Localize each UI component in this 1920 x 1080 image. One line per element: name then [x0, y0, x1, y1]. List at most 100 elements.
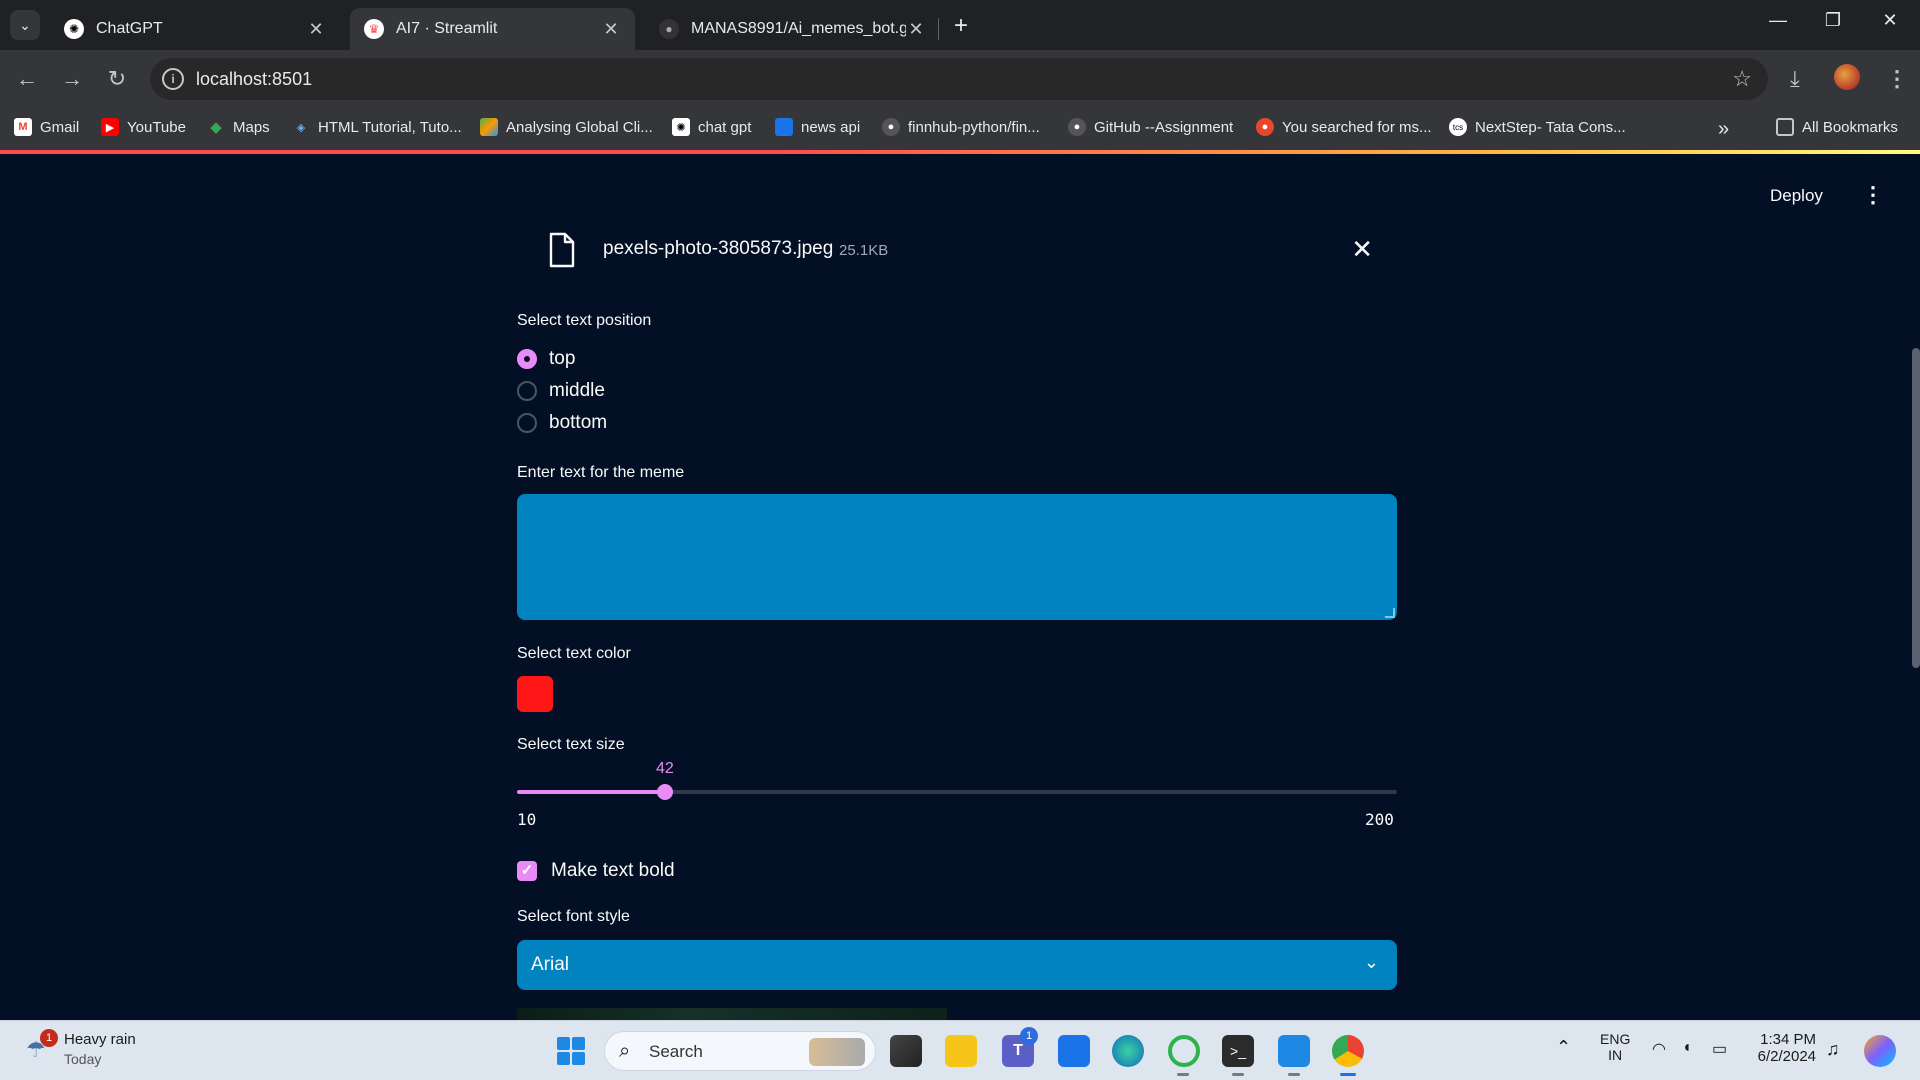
tab-search-menu-button[interactable]: ⌄	[10, 10, 40, 40]
forward-icon[interactable]: →	[57, 64, 87, 94]
resize-handle[interactable]	[1385, 608, 1395, 618]
clock[interactable]: 1:34 PM 6/2/2024	[1752, 1031, 1816, 1065]
bookmark-finnhub[interactable]: ● finnhub-python/fin...	[882, 118, 1040, 136]
font-select[interactable]: Arial ⌄	[517, 940, 1397, 990]
bookmark-github-assignment[interactable]: ● GitHub --Assignment	[1068, 118, 1233, 136]
radio-button-selected[interactable]	[517, 349, 537, 369]
size-slider-fill	[517, 790, 665, 794]
file-explorer-icon[interactable]	[945, 1035, 977, 1067]
checkmark-icon[interactable]: ✓	[517, 861, 537, 881]
terminal-icon[interactable]: >_	[1222, 1035, 1254, 1067]
tab-chatgpt[interactable]: ✺ ChatGPT ✕	[50, 8, 340, 50]
site-info-icon[interactable]: i	[162, 68, 184, 90]
address-bar[interactable]: i localhost:8501 ☆	[150, 58, 1768, 100]
active-indicator	[1340, 1073, 1356, 1076]
color-picker-swatch[interactable]	[517, 676, 553, 712]
browser-menu-icon[interactable]: ⋮	[1886, 66, 1908, 92]
colorful-icon	[480, 118, 498, 136]
bold-checkbox[interactable]: ✓ Make text bold	[517, 860, 675, 882]
bookmark-chat-gpt[interactable]: ✺ chat gpt	[672, 118, 751, 136]
browser-toolbar: ← → ↻ i localhost:8501 ☆ ⤓ ⋮	[0, 50, 1920, 108]
new-tab-button[interactable]: +	[948, 12, 974, 40]
github-icon: ●	[659, 19, 679, 39]
vscode-icon[interactable]	[1278, 1035, 1310, 1067]
battery-icon[interactable]: ▭	[1712, 1039, 1727, 1059]
edge-icon[interactable]	[1112, 1035, 1144, 1067]
search-result-icon: ●	[1256, 118, 1274, 136]
close-tab-icon[interactable]: ✕	[906, 19, 926, 40]
minimize-icon[interactable]: —	[1763, 10, 1793, 31]
back-icon[interactable]: ←	[12, 64, 42, 94]
maps-icon: ◆	[210, 119, 222, 136]
reload-icon[interactable]: ↻	[102, 64, 132, 94]
app-menu-button[interactable]: ⋮	[1862, 182, 1884, 208]
bookmark-html-tutorial[interactable]: ◈ HTML Tutorial, Tuto...	[292, 118, 462, 136]
profile-avatar[interactable]	[1834, 64, 1860, 90]
radio-button[interactable]	[517, 381, 537, 401]
restore-icon[interactable]: ❐	[1818, 10, 1848, 31]
mail-icon[interactable]	[1058, 1035, 1090, 1067]
circle-app-icon[interactable]	[1168, 1035, 1200, 1067]
close-window-icon[interactable]: ✕	[1875, 10, 1905, 31]
radio-bottom[interactable]: bottom	[517, 412, 607, 434]
bookmark-label: HTML Tutorial, Tuto...	[318, 118, 462, 136]
show-hidden-icons[interactable]: ⌃	[1556, 1037, 1571, 1058]
bookmark-you-searched[interactable]: ● You searched for ms...	[1256, 118, 1432, 136]
size-slider-track[interactable]	[517, 784, 1397, 800]
more-bookmarks-button[interactable]: »	[1718, 118, 1729, 141]
bookmark-maps[interactable]: ◆ Maps	[207, 118, 269, 137]
radio-middle[interactable]: middle	[517, 380, 605, 402]
github-icon: ●	[1068, 118, 1086, 136]
bookmark-star-icon[interactable]: ☆	[1732, 66, 1752, 92]
meme-text-input[interactable]	[517, 494, 1397, 620]
bookmark-nextstep[interactable]: tcs NextStep- Tata Cons...	[1449, 118, 1626, 136]
bookmark-label: finnhub-python/fin...	[908, 118, 1040, 136]
chrome-icon[interactable]	[1332, 1035, 1364, 1067]
page-scrollbar[interactable]	[1912, 348, 1920, 668]
weather-title[interactable]: Heavy rain	[64, 1031, 136, 1048]
bookmark-label: All Bookmarks	[1802, 118, 1898, 136]
slider-min: 10	[517, 810, 537, 829]
bookmark-youtube[interactable]: ▶ YouTube	[101, 118, 186, 136]
size-slider-thumb[interactable]	[657, 784, 673, 800]
streamlit-app: Deploy ⋮ pexels-photo-3805873.jpeg 25.1K…	[0, 154, 1920, 1020]
bookmark-label: YouTube	[127, 118, 186, 136]
bookmark-label: chat gpt	[698, 118, 752, 136]
slider-value: 42	[656, 760, 674, 777]
remove-file-icon[interactable]: ✕	[1351, 234, 1373, 265]
deploy-button[interactable]: Deploy	[1770, 186, 1823, 206]
bookmark-news-api[interactable]: news api	[775, 118, 860, 136]
bookmark-analysing-global[interactable]: Analysing Global Cli...	[480, 118, 653, 136]
radio-button[interactable]	[517, 413, 537, 433]
wifi-icon[interactable]: ◠	[1652, 1039, 1666, 1059]
all-bookmarks-button[interactable]: All Bookmarks	[1776, 118, 1898, 136]
taskbar-search[interactable]: ⌕ Search	[604, 1031, 876, 1071]
notification-bell-icon[interactable]: ♫	[1826, 1039, 1840, 1060]
radio-top[interactable]: top	[517, 348, 575, 370]
slider-max: 200	[1365, 810, 1394, 829]
youtube-icon: ▶	[101, 118, 119, 136]
folder-icon	[1776, 118, 1794, 136]
tab-github[interactable]: ● MANAS8991/Ai_memes_bot.git ✕	[645, 8, 940, 50]
tab-streamlit[interactable]: ♛ AI7 · Streamlit ✕	[350, 8, 635, 50]
language-indicator[interactable]: ENG IN	[1600, 1031, 1630, 1063]
task-view-icon[interactable]	[890, 1035, 922, 1067]
size-label: Select text size	[517, 736, 625, 753]
teams-badge: 1	[1020, 1027, 1038, 1045]
meme-text-label: Enter text for the meme	[517, 464, 685, 481]
windows-start-icon[interactable]	[557, 1037, 585, 1065]
copilot-icon[interactable]	[1864, 1035, 1896, 1067]
close-tab-icon[interactable]: ✕	[306, 19, 326, 40]
volume-icon[interactable]: ◖	[1682, 1039, 1692, 1057]
tab-separator	[938, 18, 939, 40]
region-code: IN	[1608, 1047, 1623, 1063]
bookmark-label: Gmail	[40, 118, 80, 136]
url-text[interactable]: localhost:8501	[196, 69, 312, 90]
file-name: pexels-photo-3805873.jpeg	[603, 238, 834, 259]
download-icon[interactable]: ⤓	[1790, 66, 1800, 92]
running-indicator	[1232, 1073, 1244, 1076]
close-tab-icon[interactable]: ✕	[601, 19, 621, 40]
bookmarks-bar: M Gmail ▶ YouTube ◆ Maps ◈ HTML Tutorial, Tu…	[0, 108, 1920, 150]
bookmark-gmail[interactable]: M Gmail	[14, 118, 79, 136]
radio-label: bottom	[549, 412, 608, 433]
